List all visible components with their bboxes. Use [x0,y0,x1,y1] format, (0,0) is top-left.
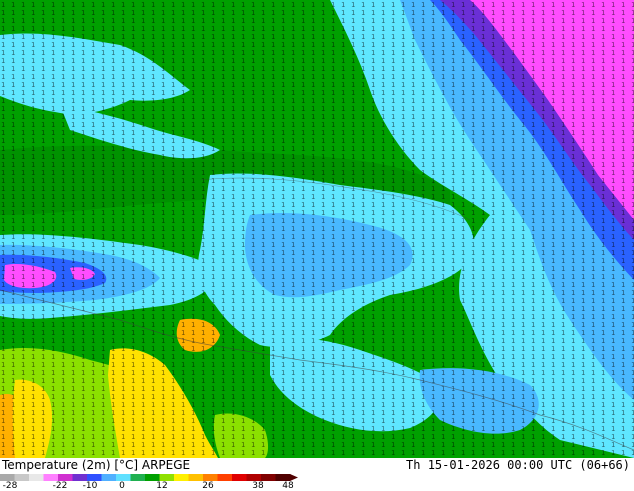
colorbar-segment [14,474,30,481]
colorbar-segment [0,474,15,481]
colorbar-segment [29,474,44,481]
colorbar-segment [232,474,247,481]
colorbar-segment [188,474,204,481]
colorbar-segment [72,474,88,481]
colorbar-segment [174,474,189,481]
colorbar-segment [43,474,59,481]
colorbar-segment [246,474,262,481]
colorbar-segment [217,474,233,481]
colorbar-segment [58,474,73,481]
colorbar-segment [145,474,160,481]
temperature-value-overlay [0,0,634,458]
map-timestamp: Th 15-01-2026 00:00 UTC (06+66) [406,458,630,472]
map-title: Temperature (2m) [°C] ARPEGE [2,458,191,472]
temperature-map: 1 [0,0,634,458]
colorbar-segment [101,474,117,481]
colorbar-segment [261,474,276,481]
colorbar-segment [275,474,291,481]
map-canvas: 1 [0,0,634,458]
colorbar-arrow [290,474,298,481]
colorbar-segment [130,474,146,481]
colorbar-segment [116,474,131,481]
colorbar-segment [159,474,175,481]
colorbar-segment [87,474,102,481]
colorbar-segment [203,474,218,481]
colorbar [0,474,298,481]
map-footer: Temperature (2m) [°C] ARPEGE Th 15-01-20… [0,458,634,491]
